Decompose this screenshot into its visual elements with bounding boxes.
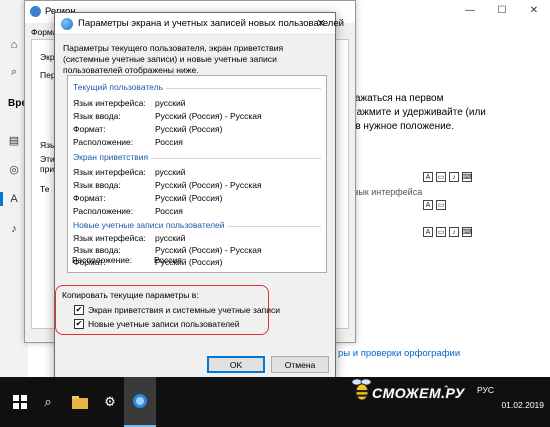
language-icon[interactable]: A bbox=[7, 192, 21, 206]
language-feature-icons: A ▭ ♪ ⌨ bbox=[423, 227, 472, 237]
selected-indicator bbox=[0, 192, 3, 206]
close-icon[interactable]: ✕ bbox=[518, 0, 550, 20]
globe-icon bbox=[30, 6, 41, 17]
region-panel-text: Экр bbox=[40, 52, 55, 62]
globe-icon[interactable]: ◎ bbox=[7, 162, 21, 176]
section-new-users: Новые учетные записи пользователей bbox=[68, 220, 326, 232]
section-heading: Текущий пользователь bbox=[73, 82, 167, 92]
ime-icon: A bbox=[423, 227, 433, 237]
row-label: Расположение: bbox=[73, 206, 134, 216]
checkbox-new-users[interactable]: ✔ Новые учетные записи пользователей bbox=[74, 318, 240, 330]
row-value: Русский (Россия) bbox=[155, 124, 223, 134]
display-icon: ▭ bbox=[436, 200, 446, 210]
settings-row: Расположение: Россия bbox=[72, 255, 322, 266]
settings-row: Расположение: Россия bbox=[73, 137, 323, 148]
row-label: Язык ввода: bbox=[73, 180, 121, 190]
row-value: Русский (Россия) bbox=[155, 193, 223, 203]
row-label: Язык интерфейса: bbox=[73, 98, 146, 108]
settings-row: Формат: Русский (Россия) bbox=[73, 193, 323, 204]
language-feature-icons: A ▭ bbox=[423, 200, 446, 210]
section-welcome-screen: Экран приветствия bbox=[68, 152, 326, 164]
checkbox[interactable]: ✔ bbox=[74, 305, 84, 315]
display-icon: ▭ bbox=[436, 227, 446, 237]
region-panel-text: Эти bbox=[40, 154, 55, 164]
window-controls: — ☐ ✕ bbox=[454, 0, 550, 20]
settings-row: Язык интерфейса: русский bbox=[73, 233, 323, 244]
settings-row: Язык ввода: Русский (Россия) - Русская bbox=[73, 180, 323, 191]
minimize-icon[interactable]: — bbox=[454, 0, 486, 20]
cancel-button[interactable]: Отмена bbox=[271, 356, 329, 373]
search-icon[interactable]: ⌕ bbox=[32, 377, 64, 427]
language-feature-icons: A ▭ ♪ ⌨ bbox=[423, 172, 472, 182]
section-heading: Новые учетные записи пользователей bbox=[73, 220, 228, 230]
row-label: Формат: bbox=[73, 124, 106, 134]
row-value: Россия bbox=[155, 206, 183, 216]
row-value: Россия bbox=[154, 255, 182, 265]
input-language-indicator[interactable]: РУС bbox=[477, 385, 494, 395]
settings-row: Расположение: Россия bbox=[73, 206, 323, 217]
section-heading: Экран приветствия bbox=[73, 152, 152, 162]
checkbox-label: Экран приветствия и системные учетные за… bbox=[88, 305, 280, 315]
settings-row: Язык интерфейса: русский bbox=[73, 167, 323, 178]
display-icon: ▭ bbox=[436, 172, 446, 182]
row-value: Русский (Россия) - Русская bbox=[155, 245, 262, 255]
speech-icon: ♪ bbox=[449, 172, 459, 182]
ime-icon: A bbox=[423, 200, 433, 210]
dialog-description: Параметры текущего пользователя, экран п… bbox=[63, 43, 284, 75]
settings-row: Язык интерфейса: русский bbox=[73, 98, 323, 109]
row-value: русский bbox=[155, 98, 186, 108]
settings-row: Формат: Русский (Россия) bbox=[73, 124, 323, 135]
file-explorer-icon[interactable] bbox=[64, 377, 96, 427]
watermark-logo: СМОЖЕМ.РУ bbox=[372, 385, 465, 401]
row-label: Язык интерфейса: bbox=[73, 233, 146, 243]
settings-gear-icon[interactable]: ⚙ bbox=[94, 377, 126, 427]
clock-date[interactable]: 01.02.2019 bbox=[501, 400, 544, 410]
row-value: Русский (Россия) - Русская bbox=[155, 180, 262, 190]
row-label: Язык ввода: bbox=[73, 111, 121, 121]
calendar-icon[interactable]: ▤ bbox=[7, 133, 21, 147]
keyboard-icon: ⌨ bbox=[461, 227, 473, 237]
microphone-icon[interactable]: ♪ bbox=[7, 222, 21, 236]
ime-icon: A bbox=[423, 172, 433, 182]
dialog-title: Параметры экрана и учетных записей новых… bbox=[78, 18, 344, 29]
spelling-link[interactable]: ры и проверки орфографии bbox=[338, 348, 460, 359]
row-label: Язык интерфейса: bbox=[73, 167, 146, 177]
checkbox[interactable]: ✔ bbox=[74, 319, 84, 329]
globe-icon bbox=[61, 18, 73, 30]
bg-text-line: л. Нажмите и удерживайте (или bbox=[338, 107, 486, 118]
keyboard-icon: ⌨ bbox=[461, 172, 473, 182]
section-current-user: Текущий пользователь bbox=[68, 82, 326, 94]
settings-summary-box: Текущий пользователь Язык интерфейса: рус… bbox=[67, 75, 327, 273]
copy-settings-label: Копировать текущие параметры в: bbox=[62, 290, 199, 300]
row-value: русский bbox=[155, 233, 186, 243]
taskbar: ⌕ ⚙ ⌃ РУС 01.02.2019 bbox=[0, 377, 550, 427]
bee-logo-icon bbox=[351, 378, 372, 401]
copy-settings-group: Копировать текущие параметры в: ✔ Экран … bbox=[55, 285, 280, 335]
settings-row: Язык ввода: Русский (Россия) - Русская bbox=[73, 111, 323, 122]
region-panel-text: Те bbox=[40, 184, 50, 194]
search-icon[interactable]: ⌕ bbox=[7, 65, 21, 79]
region-app-icon[interactable] bbox=[124, 377, 156, 427]
row-value: Россия bbox=[155, 137, 183, 147]
row-label: Расположение: bbox=[72, 255, 133, 265]
row-label: Расположение: bbox=[73, 137, 134, 147]
checkbox-welcome-screen[interactable]: ✔ Экран приветствия и системные учетные … bbox=[74, 304, 280, 316]
region-panel-text: при bbox=[40, 164, 55, 174]
row-label: Язык ввода: bbox=[73, 245, 121, 255]
speech-icon: ♪ bbox=[449, 227, 459, 237]
row-value: русский bbox=[155, 167, 186, 177]
close-icon[interactable]: ✕ bbox=[307, 13, 335, 34]
home-icon[interactable]: ⌂ bbox=[7, 38, 21, 52]
maximize-icon[interactable]: ☐ bbox=[486, 0, 518, 20]
user-settings-dialog: Параметры экрана и учетных записей новых… bbox=[54, 12, 344, 380]
row-label: Формат: bbox=[73, 193, 106, 203]
row-value: Русский (Россия) - Русская bbox=[155, 111, 262, 121]
checkbox-label: Новые учетные записи пользователей bbox=[88, 319, 240, 329]
ok-button[interactable]: OK bbox=[207, 356, 265, 373]
dialog-titlebar: Параметры экрана и учетных записей новых… bbox=[55, 13, 344, 35]
